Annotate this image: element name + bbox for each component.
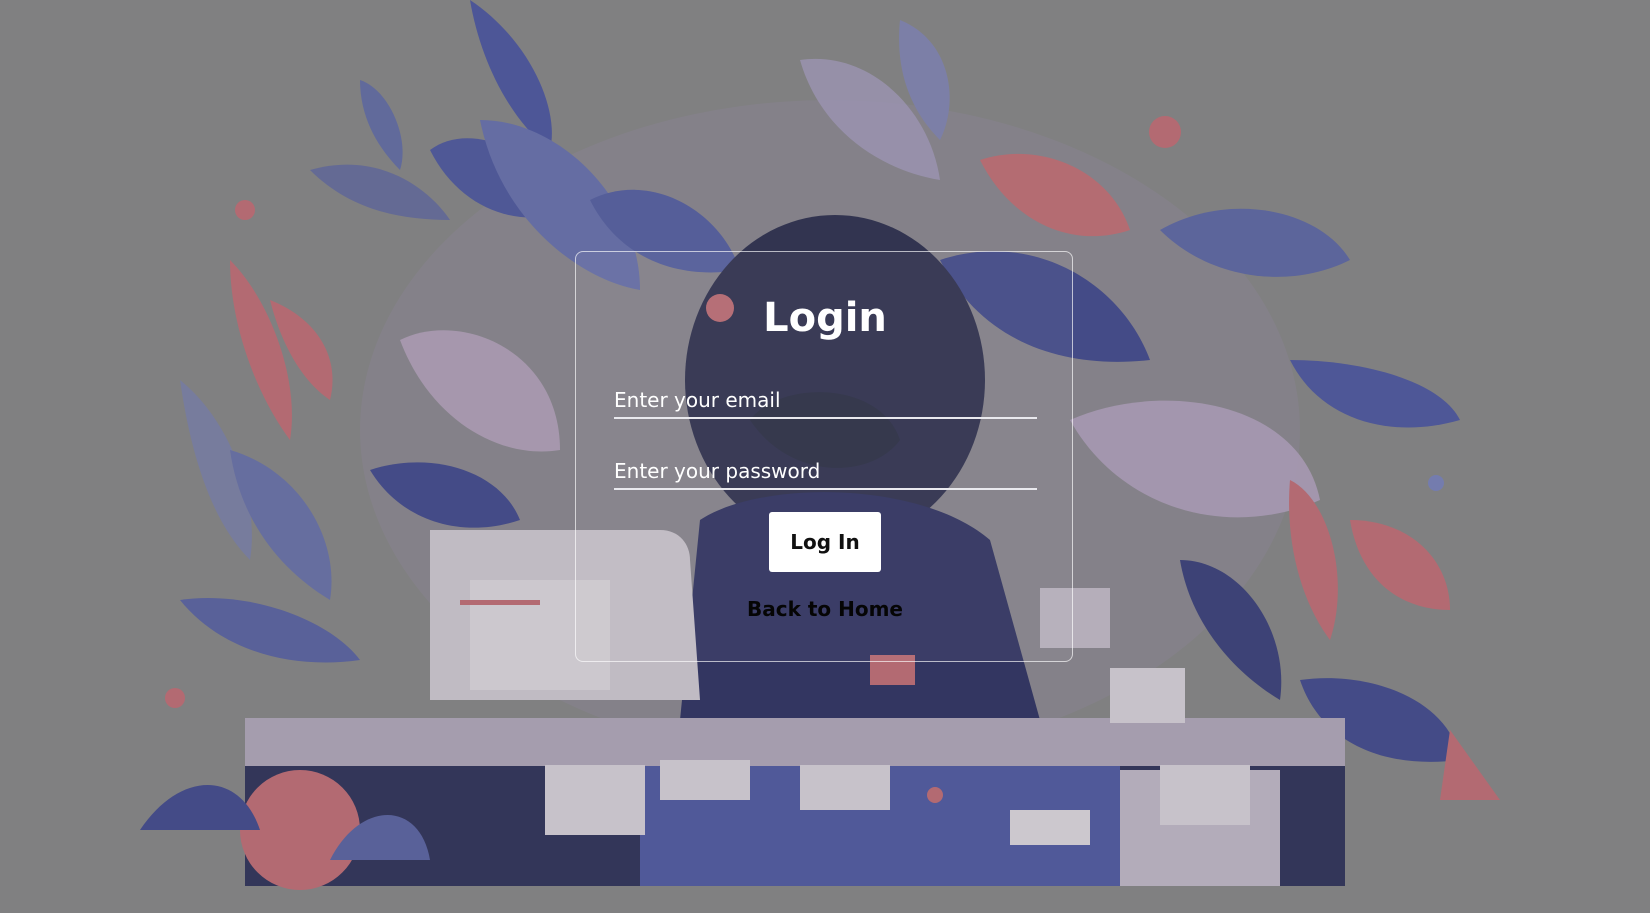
password-field[interactable] [614, 454, 1037, 490]
back-to-home-link-row: Back to Home [0, 597, 1650, 621]
page-title: Login [763, 295, 887, 341]
back-to-home-link[interactable]: Back to Home [747, 597, 903, 621]
email-field[interactable] [614, 383, 1037, 419]
login-button[interactable]: Log In [769, 512, 881, 572]
